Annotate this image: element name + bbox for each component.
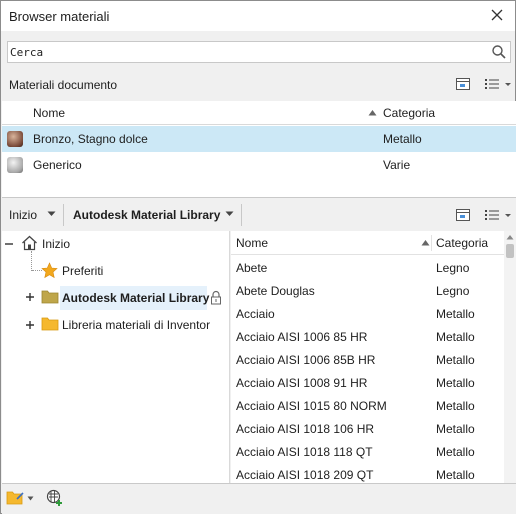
material-name: Acciaio AISI 1006 85 HR [236, 330, 368, 344]
tree-item-home[interactable]: Inizio [4, 233, 224, 255]
list-item[interactable]: Acciaio AISI 1006 85 HR Metallo [231, 326, 501, 349]
material-name: Acciaio [236, 307, 275, 321]
tree-item-inventor-library[interactable]: Libreria materiali di Inventor [4, 314, 224, 336]
window-title: Browser materiali [9, 9, 110, 24]
list-item[interactable]: Acciaio AISI 1018 209 QT Metallo [231, 464, 501, 483]
list-item[interactable]: Acciaio AISI 1015 80 NORM Metallo [231, 395, 501, 418]
material-name: Abete Douglas [236, 284, 315, 298]
material-name: Acciaio AISI 1018 106 HR [236, 422, 375, 436]
list-item[interactable]: Abete Douglas Legno [231, 280, 501, 303]
material-browser-window: Browser materiali Materiali documento No… [0, 0, 516, 514]
tree-item-autodesk-library[interactable]: Autodesk Material Library [4, 286, 222, 310]
chevron-down-icon[interactable] [225, 211, 234, 217]
close-icon[interactable] [489, 7, 505, 23]
material-category: Legno [436, 261, 470, 275]
column-header-name[interactable]: Nome [236, 231, 268, 255]
material-name: Acciaio AISI 1015 80 NORM [236, 399, 387, 413]
column-header-category[interactable]: Categoria [436, 231, 488, 255]
folder-icon [41, 317, 59, 331]
library-dropdown-label[interactable]: Autodesk Material Library [73, 208, 220, 222]
toolbar-divider [63, 204, 64, 226]
material-category: Metallo [383, 132, 422, 146]
material-category: Metallo [436, 330, 475, 344]
chevron-down-icon[interactable] [27, 496, 34, 501]
column-header-name[interactable]: Nome [33, 101, 65, 125]
list-item[interactable]: Acciaio Metallo [231, 303, 501, 326]
panel-view-icon[interactable] [455, 207, 471, 223]
bronze-swatch-icon [7, 131, 23, 147]
material-category: Metallo [436, 399, 475, 413]
generic-swatch-icon [7, 157, 23, 173]
sort-ascending-icon [421, 240, 430, 246]
list-view-options-icon[interactable] [484, 207, 512, 223]
list-view-options-icon[interactable] [484, 76, 512, 92]
open-library-folder-icon[interactable] [6, 490, 24, 506]
material-name: Abete [236, 261, 268, 275]
scroll-up-arrow-icon[interactable] [506, 234, 514, 240]
collapse-icon[interactable] [4, 239, 14, 249]
expand-icon[interactable] [25, 320, 35, 330]
tree-item-label: Preferiti [62, 264, 104, 278]
material-name: Acciaio AISI 1018 118 QT [236, 445, 373, 459]
library-tree: Inizio Preferiti Autodesk Material Libra… [2, 231, 230, 483]
tree-item-favorites[interactable]: Preferiti [4, 260, 224, 282]
material-category: Legno [436, 284, 470, 298]
create-material-icon[interactable] [46, 489, 64, 507]
folder-icon [41, 290, 59, 304]
home-icon [22, 235, 37, 251]
table-header: Nome Categoria [2, 101, 516, 125]
material-name: Acciaio AISI 1018 209 QT [236, 468, 374, 482]
search-icon[interactable] [491, 44, 507, 60]
material-name: Generico [33, 158, 82, 172]
home-dropdown-label[interactable]: Inizio [9, 208, 37, 222]
search-input[interactable] [8, 42, 488, 62]
library-materials-list: Nome Categoria Abete Legno Abete Douglas Le… [231, 231, 516, 483]
material-category: Metallo [436, 422, 475, 436]
document-materials-label: Materiali documento [9, 78, 118, 92]
lock-icon [211, 290, 221, 305]
table-row[interactable]: Generico Varie [2, 152, 516, 178]
table-row[interactable]: Bronzo, Stagno dolce Metallo [2, 126, 516, 152]
toolbar-divider [241, 204, 242, 226]
list-item[interactable]: Acciaio AISI 1018 106 HR Metallo [231, 418, 501, 441]
title-bar: Browser materiali [1, 1, 515, 31]
column-divider [431, 235, 432, 251]
material-name: Acciaio AISI 1008 91 HR [236, 376, 368, 390]
material-category: Metallo [436, 445, 475, 459]
library-toolbar: Inizio Autodesk Material Library [2, 197, 516, 231]
tree-item-label: Inizio [42, 237, 71, 251]
material-category: Metallo [436, 468, 475, 482]
material-category: Metallo [436, 353, 475, 367]
list-item[interactable]: Acciaio AISI 1006 85B HR Metallo [231, 349, 501, 372]
sort-ascending-icon [368, 110, 377, 116]
search-box [7, 41, 511, 63]
panel-view-icon[interactable] [455, 76, 471, 92]
star-icon [41, 262, 58, 279]
chevron-down-icon[interactable] [47, 211, 56, 217]
column-header-category[interactable]: Categoria [383, 101, 435, 125]
list-item[interactable]: Abete Legno [231, 257, 501, 280]
list-item[interactable]: Acciaio AISI 1018 118 QT Metallo [231, 441, 501, 464]
expand-icon[interactable] [25, 292, 35, 302]
material-name: Acciaio AISI 1006 85B HR [236, 353, 376, 367]
material-category: Metallo [436, 307, 475, 321]
scrollbar[interactable] [504, 231, 516, 483]
tree-item-label: Autodesk Material Library [62, 291, 210, 305]
list-item[interactable]: Acciaio AISI 1008 91 HR Metallo [231, 372, 501, 395]
material-category: Metallo [436, 376, 475, 390]
footer-toolbar [2, 483, 516, 514]
tree-item-label: Libreria materiali di Inventor [62, 318, 211, 332]
material-name: Bronzo, Stagno dolce [33, 132, 148, 146]
material-category: Varie [383, 158, 411, 172]
list-header: Nome Categoria [231, 231, 516, 255]
scrollbar-thumb[interactable] [506, 244, 514, 258]
document-materials-table: Nome Categoria Bronzo, Stagno dolce Meta… [2, 101, 516, 197]
